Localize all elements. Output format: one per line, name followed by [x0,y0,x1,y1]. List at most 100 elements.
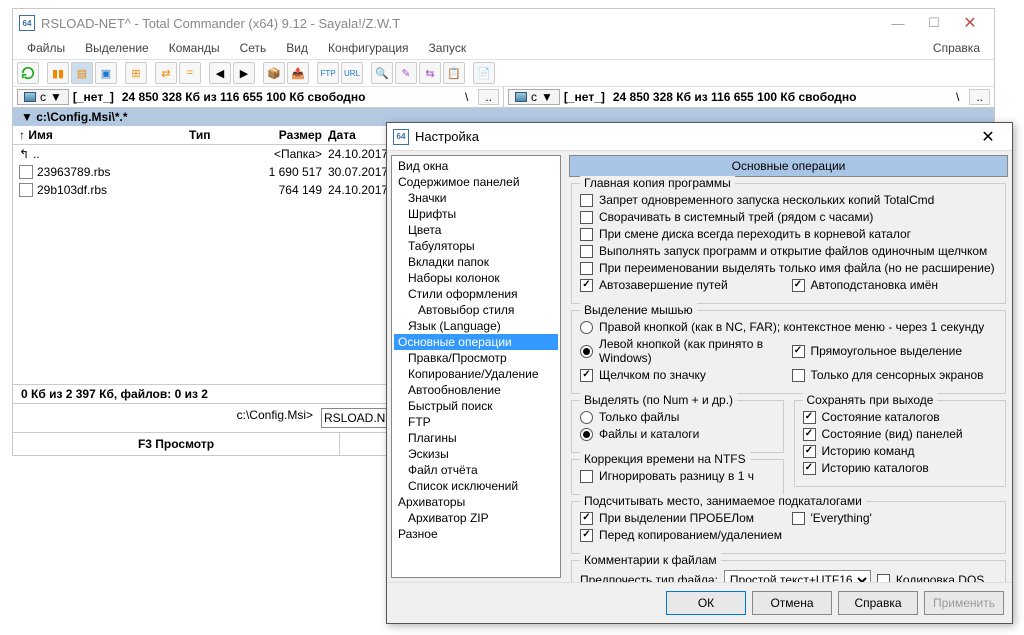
settings-tree[interactable]: Вид окнаСодержимое панелейЗначкиШрифтыЦв… [391,155,561,578]
maximize-button[interactable]: ☐ [916,12,952,34]
f3-button[interactable]: F3 Просмотр [13,433,340,455]
tree-item[interactable]: Табуляторы [394,238,558,254]
menu-files[interactable]: Файлы [19,39,73,57]
file-icon [19,165,33,179]
cb-dos-encoding[interactable] [877,574,890,583]
cancel-button[interactable]: Отмена [752,591,832,615]
multirename-icon[interactable]: ✎ [395,62,417,84]
dialog-close-button[interactable]: ✕ [970,126,1006,148]
menu-start[interactable]: Запуск [421,39,475,57]
cb-space-on-space[interactable] [580,512,593,525]
ftp-icon[interactable]: FTP [317,62,339,84]
tree-item[interactable]: Копирование/Удаление [394,366,558,382]
menu-config[interactable]: Конфигурация [320,39,417,57]
ok-button[interactable]: ОК [666,591,746,615]
col-name[interactable]: ↑ Имя [19,128,189,142]
drive-button-right[interactable]: c ▼ [508,89,560,105]
tree-item[interactable]: FTP [394,414,558,430]
cb-icon-click[interactable] [580,369,593,382]
cb-save-dirs[interactable] [803,411,816,424]
menu-selection[interactable]: Выделение [77,39,157,57]
updir-button-r[interactable]: .. [969,89,990,105]
cb-root-on-drive[interactable] [580,228,593,241]
rb-files-and-dirs[interactable] [580,428,593,441]
tree-item[interactable]: Файл отчёта [394,462,558,478]
notepad-icon[interactable]: 📄 [473,62,495,84]
swap-icon[interactable]: ⇄ [155,62,177,84]
menu-help[interactable]: Справка [925,39,988,57]
cb-everything[interactable] [792,512,805,525]
cb-rename-name-only[interactable] [580,262,593,275]
tree-item[interactable]: Эскизы [394,446,558,462]
tree-item[interactable]: Быстрый поиск [394,398,558,414]
help-button[interactable]: Справка [838,591,918,615]
group-comments: Комментарии к файлам Предпочесть тип фай… [571,560,1006,582]
tree-item[interactable]: Автообновление [394,382,558,398]
url-icon[interactable]: URL [341,62,363,84]
menu-net[interactable]: Сеть [232,39,275,57]
unpack-icon[interactable]: 📤 [287,62,309,84]
equal-icon[interactable]: = [179,62,201,84]
close-button[interactable]: ✕ [952,12,988,34]
col-type[interactable]: Тип [189,128,254,142]
cb-save-cmd-history[interactable] [803,445,816,458]
tree-item[interactable]: Правка/Просмотр [394,350,558,366]
cb-tray[interactable] [580,211,593,224]
search-icon[interactable]: 🔍 [371,62,393,84]
cb-autosuggest[interactable] [792,279,805,292]
minimize-button[interactable]: — [880,12,916,34]
menubar: Файлы Выделение Команды Сеть Вид Конфигу… [13,37,994,59]
cb-touch-only[interactable] [792,369,805,382]
cb-space-before-copy[interactable] [580,529,593,542]
tree-item[interactable]: Цвета [394,222,558,238]
tree-item[interactable]: Архиваторы [394,494,558,510]
root-button[interactable]: \ [459,90,474,104]
main-titlebar: 64 RSLOAD-NET^ - Total Commander (x64) 9… [13,9,994,37]
view-brief-icon[interactable]: ▮▮ [47,62,69,84]
page-banner: Основные операции [569,155,1008,177]
pack-icon[interactable]: 📦 [263,62,285,84]
tree-item[interactable]: Наборы колонок [394,270,558,286]
rb-files-only[interactable] [580,411,593,424]
copy-icon[interactable]: 📋 [443,62,465,84]
drive-button-left[interactable]: c ▼ [17,89,69,105]
back-icon[interactable]: ◀ [209,62,231,84]
rb-left-click[interactable] [580,345,593,358]
tree-item[interactable]: Разное [394,526,558,542]
tree-item[interactable]: Значки [394,190,558,206]
tree-item[interactable]: Язык (Language) [394,318,558,334]
forward-icon[interactable]: ▶ [233,62,255,84]
cb-rect-select[interactable] [792,345,805,358]
tree-item[interactable]: Архиватор ZIP [394,510,558,526]
tree-item[interactable]: Стили оформления [394,286,558,302]
col-size[interactable]: Размер [254,128,322,142]
tree-item[interactable]: Список исключений [394,478,558,494]
group-mouse-select: Выделение мышью Правой кнопкой (как в NC… [571,310,1006,394]
cb-single-instance[interactable] [580,194,593,207]
cb-save-panels[interactable] [803,428,816,441]
tree-item[interactable]: Вкладки папок [394,254,558,270]
updir-button[interactable]: .. [478,89,499,105]
apply-button[interactable]: Применить [924,591,1004,615]
comment-type-select[interactable]: Простой текст+UTF16 [724,570,871,582]
tree-item[interactable]: Плагины [394,430,558,446]
cb-single-click[interactable] [580,245,593,258]
cb-autocomplete[interactable] [580,279,593,292]
menu-view[interactable]: Вид [278,39,316,57]
view-full-icon[interactable]: ▤ [71,62,93,84]
menu-commands[interactable]: Команды [161,39,228,57]
cb-ignore-1h[interactable] [580,470,593,483]
tree-item[interactable]: Содержимое панелей [394,174,558,190]
sync-icon[interactable]: ⇆ [419,62,441,84]
tree-icon[interactable]: ⊞ [125,62,147,84]
tree-item[interactable]: Основные операции [394,334,558,350]
tree-item[interactable]: Шрифты [394,206,558,222]
rb-right-click[interactable] [580,321,593,334]
drive-right: c ▼ [_нет_] 24 850 328 Кб из 116 655 100… [504,87,994,107]
refresh-icon[interactable] [17,62,39,84]
cb-save-dir-history[interactable] [803,462,816,475]
root-button-r[interactable]: \ [950,90,965,104]
tree-item[interactable]: Вид окна [394,158,558,174]
view-thumb-icon[interactable]: ▣ [95,62,117,84]
tree-item[interactable]: Автовыбор стиля [394,302,558,318]
